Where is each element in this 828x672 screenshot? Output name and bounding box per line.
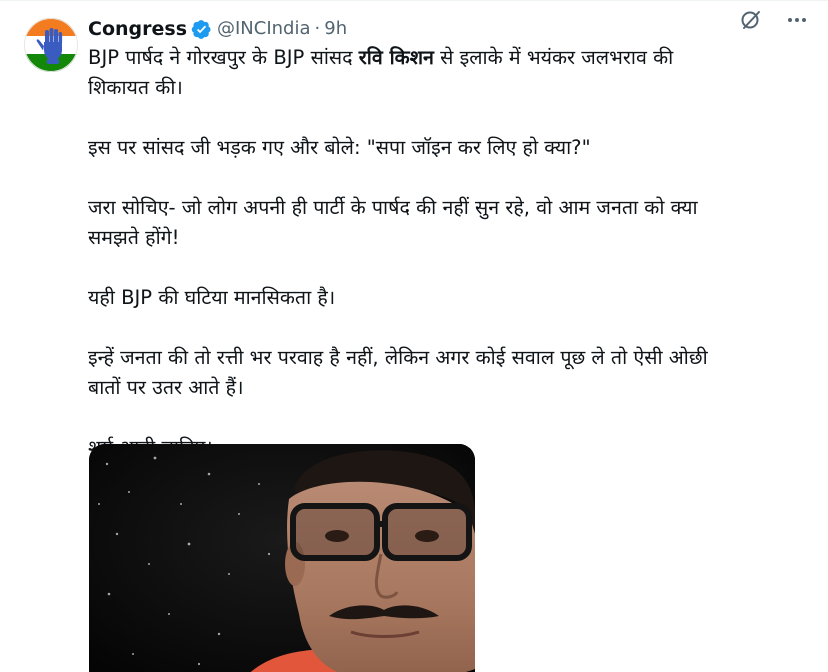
grok-icon[interactable]	[738, 7, 764, 33]
paragraph-2: इस पर सांसद जी भड़क गए और बोले: "सपा जॉइ…	[88, 136, 591, 159]
tweet-header: Congress @INCIndia · 9h	[88, 15, 812, 43]
mentioned-name: रवि किशन	[358, 46, 434, 69]
paragraph-3: जरा सोचिए- जो लोग अपनी ही पार्टी के पार्…	[88, 196, 698, 249]
congress-logo	[24, 18, 78, 72]
user-handle[interactable]: @INCIndia	[217, 15, 311, 43]
video-thumbnail[interactable]	[89, 444, 475, 672]
paragraph-1: BJP पार्षद ने गोरखपुर के BJP सांसद रवि क…	[88, 43, 738, 103]
tweet-actions	[738, 7, 810, 33]
timestamp[interactable]: 9h	[324, 15, 347, 43]
tweet-content: Congress @INCIndia · 9h BJP पार्षद ने गो…	[88, 15, 812, 463]
text-segment: BJP पार्षद ने गोरखपुर के BJP सांसद	[88, 46, 359, 69]
tweet-card[interactable]: Congress @INCIndia · 9h BJP पार्षद ने गो…	[0, 0, 828, 672]
more-options-icon[interactable]	[784, 7, 810, 33]
separator-dot: ·	[314, 18, 321, 39]
display-name[interactable]: Congress	[88, 15, 187, 43]
paragraph-5: इन्हें जनता की तो रत्ती भर परवाह है नहीं…	[88, 346, 708, 399]
video-frame-image	[89, 444, 475, 672]
verified-badge-icon	[191, 19, 212, 40]
paragraph-4: यही BJP की घटिया मानसिकता है।	[88, 286, 336, 309]
tweet-text: BJP पार्षद ने गोरखपुर के BJP सांसद रवि क…	[88, 43, 738, 463]
avatar[interactable]	[24, 18, 78, 72]
